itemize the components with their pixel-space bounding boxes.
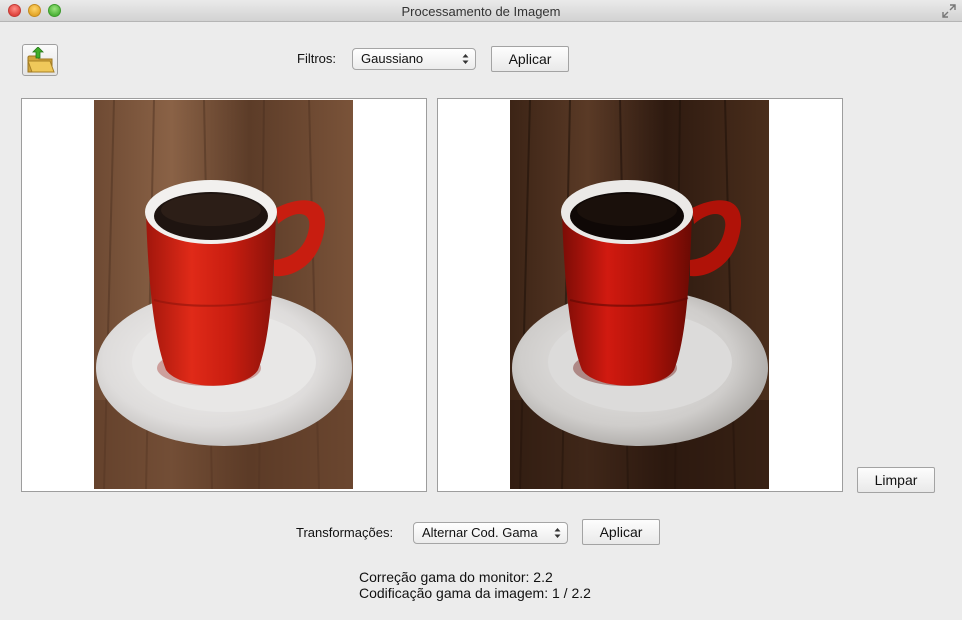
apply-transform-button[interactable]: Aplicar <box>582 519 660 545</box>
original-image <box>94 100 353 489</box>
select-arrows-icon <box>554 528 561 538</box>
processed-image-panel <box>437 98 843 492</box>
open-folder-icon <box>27 47 55 73</box>
transforms-label: Transformações: <box>296 525 394 540</box>
filters-label: Filtros: <box>297 51 336 66</box>
original-image-panel <box>21 98 427 492</box>
transforms-selected-value: Alternar Cod. Gama <box>422 525 538 540</box>
monitor-gamma-text: Correção gama do monitor: 2.2 <box>359 569 553 585</box>
open-image-button[interactable] <box>22 44 58 76</box>
select-arrows-icon <box>462 54 469 64</box>
window-title: Processamento de Imagem <box>401 4 561 19</box>
filters-selected-value: Gaussiano <box>361 51 424 66</box>
transforms-select[interactable]: Alternar Cod. Gama <box>413 522 568 544</box>
image-gamma-text: Codificação gama da imagem: 1 / 2.2 <box>359 585 591 601</box>
filters-select[interactable]: Gaussiano <box>352 48 476 70</box>
processed-image <box>510 100 769 489</box>
apply-filter-button[interactable]: Aplicar <box>491 46 569 72</box>
clear-button[interactable]: Limpar <box>857 467 935 493</box>
title-bar: Processamento de Imagem <box>0 0 962 22</box>
fullscreen-icon[interactable] <box>942 4 956 18</box>
